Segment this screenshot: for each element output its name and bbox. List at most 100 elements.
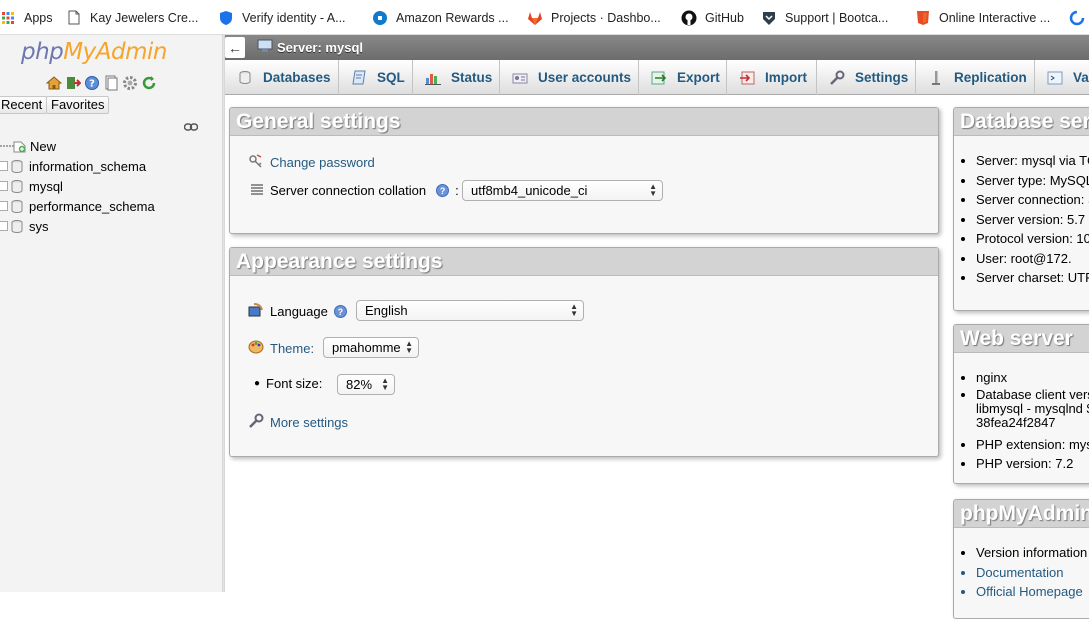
database-icon xyxy=(11,179,23,193)
tree-item-database[interactable]: sys xyxy=(0,216,49,236)
tree-item-label: New xyxy=(30,138,57,154)
variables-icon xyxy=(1047,70,1063,86)
tab-variables[interactable]: Va xyxy=(1035,60,1089,95)
tab-user-accounts[interactable]: User accounts xyxy=(500,60,639,95)
logo-admin-text: MyAdmin xyxy=(63,39,167,65)
colon-text: : xyxy=(455,183,459,198)
info-item: User: root@172. xyxy=(976,249,1089,269)
collation-value: utf8mb4_unicode_ci xyxy=(471,183,588,198)
bookmark-label: GitHub xyxy=(705,10,744,25)
settings-gear-icon[interactable] xyxy=(122,75,138,91)
font-size-select[interactable]: 82% ▲ ▼ xyxy=(337,374,395,395)
tab-export[interactable]: Export xyxy=(639,60,727,95)
change-password-link[interactable]: Change password xyxy=(270,155,375,170)
bookmark-label: Projects · Dashbo... xyxy=(551,10,661,25)
tree-item-database[interactable]: information_schema xyxy=(0,156,146,176)
collation-select[interactable]: utf8mb4_unicode_ci ▲ ▼ xyxy=(462,180,663,201)
tab-recent[interactable]: Recent xyxy=(0,96,48,114)
bootcamp-icon xyxy=(761,10,777,26)
font-size-value: 82% xyxy=(346,377,373,392)
server-breadcrumb-bar: ← Server: mysql xyxy=(225,35,1089,60)
help-icon[interactable]: ? xyxy=(436,184,450,197)
tab-databases[interactable]: Databases xyxy=(225,60,339,95)
panel-title: Appearance settings xyxy=(230,248,938,276)
font-size-row: ● Font size: xyxy=(254,376,322,391)
logout-icon[interactable] xyxy=(65,75,81,91)
shield-blue-icon xyxy=(218,10,234,26)
tree-item-label: mysql xyxy=(29,178,63,194)
expand-icon[interactable] xyxy=(0,221,8,231)
select-arrows-icon: ▲ ▼ xyxy=(381,376,389,392)
collation-label: Server connection collation xyxy=(270,183,427,198)
general-settings-panel: General settings Change password Server … xyxy=(229,107,939,234)
expand-icon[interactable] xyxy=(0,201,8,211)
phpmyadmin-logo[interactable]: phpMyAdmin xyxy=(21,39,167,65)
help-icon[interactable]: ? xyxy=(333,305,347,318)
server-icon xyxy=(257,39,273,56)
web-server-info-list: nginx Database client version: libmysql … xyxy=(976,368,1089,474)
bookmark-support-bootcamp[interactable]: Support | Bootca... xyxy=(761,0,889,34)
palette-icon xyxy=(248,339,264,358)
chase-icon xyxy=(372,10,388,26)
more-settings-link[interactable]: More settings xyxy=(270,415,348,430)
server-tabs: Databases SQL Status User accounts Expor… xyxy=(225,60,1089,95)
help-doc-icon[interactable]: ? xyxy=(84,75,100,91)
list-icon xyxy=(250,183,264,198)
bookmark-label: Support | Bootca... xyxy=(785,10,889,25)
tree-item-new[interactable]: New xyxy=(0,136,56,156)
new-db-icon xyxy=(0,139,28,153)
theme-select[interactable]: pmahomme ▲ ▼ xyxy=(323,337,419,358)
bookmark-online-interactive[interactable]: Online Interactive ... xyxy=(915,0,1050,34)
theme-value: pmahomme xyxy=(332,340,401,355)
bookmark-verify-identity[interactable]: Verify identity - A... xyxy=(218,0,346,34)
more-settings-row: More settings xyxy=(248,413,348,432)
documentation-icon[interactable] xyxy=(103,75,119,91)
tab-label: Replication xyxy=(954,70,1027,85)
status-icon xyxy=(425,70,441,86)
info-item: Protocol version: 10 xyxy=(976,229,1089,249)
tab-replication[interactable]: Replication xyxy=(916,60,1035,95)
database-icon xyxy=(11,199,23,213)
web-server-panel: Web server nginx Database client version… xyxy=(953,324,1089,484)
tab-label: Databases xyxy=(263,70,331,85)
bookmark-kay-jewelers[interactable]: Kay Jewelers Cre... xyxy=(66,0,199,34)
breadcrumb-server[interactable]: Server: mysql xyxy=(257,35,363,60)
theme-link[interactable]: Theme: xyxy=(270,341,314,356)
panel-title: Web server xyxy=(954,325,1089,353)
expand-icon[interactable] xyxy=(0,181,8,191)
info-item: nginx xyxy=(976,368,1089,388)
bookmark-gitlab-projects[interactable]: Projects · Dashbo... xyxy=(527,0,661,34)
tab-import[interactable]: Import xyxy=(727,60,817,95)
tree-item-label: information_schema xyxy=(29,158,147,174)
navigation-resizer[interactable] xyxy=(222,35,225,592)
tab-label: Export xyxy=(677,70,720,85)
expand-icon[interactable] xyxy=(0,161,8,171)
tree-item-database[interactable]: mysql xyxy=(0,176,63,196)
info-item: Database client version: libmysql - mysq… xyxy=(976,387,1089,430)
tab-settings[interactable]: Settings xyxy=(817,60,916,95)
bookmark-label: Kay Jewelers Cre... xyxy=(90,10,199,25)
language-row: Language ? xyxy=(248,302,347,321)
bookmark-apps[interactable]: Apps xyxy=(0,0,53,34)
bookmark-overflow[interactable] xyxy=(1069,0,1085,34)
bookmark-github[interactable]: GitHub xyxy=(681,0,744,34)
reload-icon[interactable] xyxy=(141,75,157,91)
users-icon xyxy=(512,70,528,86)
panel-title: Database server xyxy=(954,108,1089,136)
tab-status[interactable]: Status xyxy=(413,60,500,95)
language-select[interactable]: English ▲ ▼ xyxy=(356,300,584,321)
home-icon[interactable] xyxy=(46,75,62,91)
bookmark-amazon-rewards[interactable]: Amazon Rewards ... xyxy=(372,0,509,34)
link-chain-icon[interactable] xyxy=(183,119,199,134)
export-icon xyxy=(651,70,667,86)
tab-favorites[interactable]: Favorites xyxy=(46,96,110,114)
font-size-label: Font size: xyxy=(266,376,323,391)
documentation-link[interactable]: Documentation xyxy=(976,563,1087,583)
tab-sql[interactable]: SQL xyxy=(339,60,413,95)
tree-item-database[interactable]: performance_schema xyxy=(0,196,155,216)
collapse-nav-button[interactable]: ← xyxy=(225,37,245,58)
info-item: PHP extension: mysqli xyxy=(976,435,1089,455)
sql-icon xyxy=(351,70,367,86)
language-label: Language xyxy=(270,304,328,319)
database-server-info-list: Server: mysql via TCP/IP Server type: My… xyxy=(976,151,1089,288)
